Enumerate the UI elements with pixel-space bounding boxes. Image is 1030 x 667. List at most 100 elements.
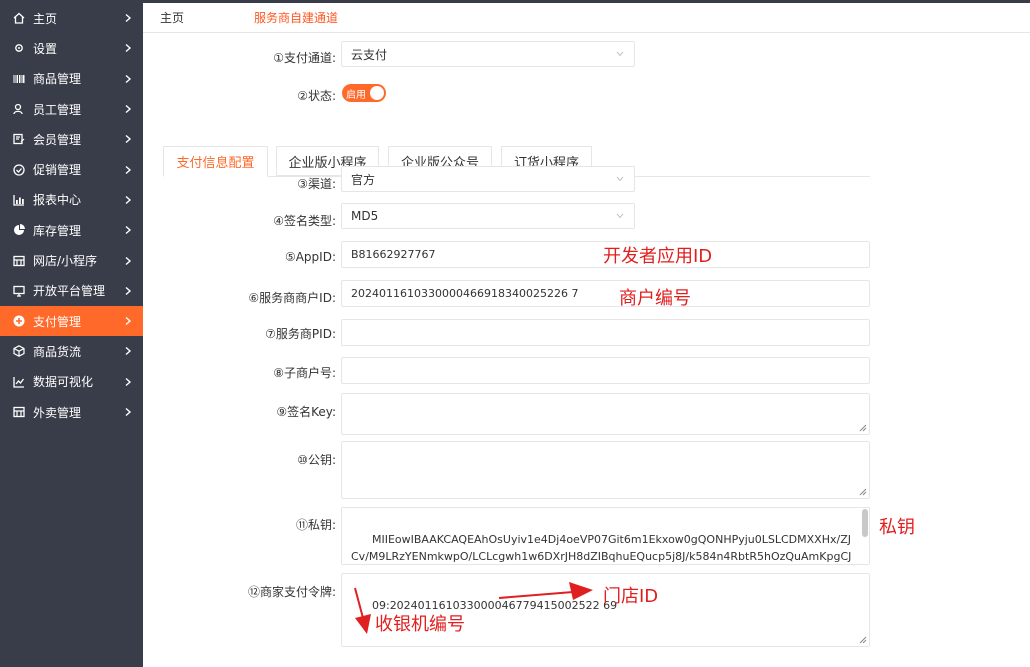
- sidebar-item-label: 外卖管理: [33, 405, 82, 420]
- sidebar-item-0[interactable]: 主页: [0, 3, 143, 33]
- chevron-right-icon: [125, 44, 132, 53]
- token-label: ⑫商家支付令牌:: [247, 585, 336, 599]
- chevron-right-icon: [125, 377, 132, 386]
- public-key-label: ⑩公钥:: [297, 453, 336, 467]
- sign-type-value: MD5: [351, 209, 379, 223]
- sidebar-item-2[interactable]: 商品管理: [0, 64, 143, 94]
- sidebar-item-label: 员工管理: [33, 102, 82, 117]
- cube-icon: [12, 344, 26, 358]
- breadcrumb: 主页 服务商自建通道: [143, 3, 1030, 33]
- sub-merchant-input[interactable]: [341, 357, 870, 384]
- pid-label: ⑦服务商PID:: [265, 327, 336, 341]
- resize-handle-icon[interactable]: [859, 424, 867, 432]
- public-key-textarea[interactable]: [341, 441, 870, 499]
- tab-payment-config[interactable]: 支付信息配置: [163, 146, 268, 177]
- sidebar-item-9[interactable]: 开放平台管理: [0, 276, 143, 306]
- breadcrumb-home[interactable]: 主页: [160, 9, 184, 26]
- sidebar-item-label: 库存管理: [33, 223, 82, 238]
- pid-input[interactable]: [341, 319, 870, 346]
- sidebar-item-label: 网店/小程序: [33, 254, 98, 269]
- store-icon: [12, 405, 26, 419]
- chevron-right-icon: [125, 135, 132, 144]
- member-card-icon: [12, 132, 26, 146]
- chevron-right-icon: [125, 165, 132, 174]
- chevron-down-icon: [616, 213, 624, 219]
- chevron-right-icon: [125, 407, 132, 417]
- chevron-right-icon: [125, 105, 132, 114]
- sidebar-item-11[interactable]: 商品货流: [0, 336, 143, 366]
- private-key-label: ⑪私钥:: [295, 518, 336, 532]
- sign-type-select[interactable]: MD5: [341, 203, 635, 229]
- sidebar-item-label: 商品管理: [33, 72, 82, 87]
- sidebar-item-7[interactable]: 库存管理: [0, 215, 143, 245]
- private-key-value: MIIEowIBAAKCAQEAhOsUyiv1e4Dj4oeVP07Git6m…: [351, 533, 852, 563]
- route-label: ③渠道:: [297, 177, 336, 191]
- gear-icon: [12, 41, 26, 55]
- sidebar-item-label: 支付管理: [33, 314, 82, 329]
- sidebar-item-label: 商品货流: [33, 344, 82, 359]
- resize-handle-icon[interactable]: [859, 636, 867, 644]
- chevron-right-icon: [125, 14, 132, 23]
- sidebar-item-1[interactable]: 设置: [0, 33, 143, 63]
- sidebar-item-label: 数据可视化: [33, 375, 94, 390]
- pie-chart-icon: [12, 223, 26, 237]
- chevron-down-icon: [616, 176, 624, 182]
- status-toggle[interactable]: 启用: [342, 84, 386, 102]
- annotation-private-key: 私钥: [879, 517, 915, 538]
- sub-merchant-label: ⑧子商户号:: [273, 366, 336, 380]
- sidebar-item-3[interactable]: 员工管理: [0, 94, 143, 124]
- textarea-scrollbar[interactable]: [862, 509, 868, 537]
- form-panel: ①支付通道: 云支付 ②状态: 启用 支付信息配置 企业版小程序 企业版公众号 …: [143, 33, 1030, 667]
- route-select[interactable]: 官方: [341, 166, 635, 192]
- chevron-right-icon: [125, 226, 132, 235]
- route-value: 官方: [351, 172, 376, 187]
- arrow-right-icon: [498, 582, 593, 600]
- sidebar-item-label: 会员管理: [33, 132, 82, 147]
- appid-label: ⑤AppID:: [284, 250, 336, 264]
- barcode-icon: [12, 72, 26, 86]
- sidebar-item-10[interactable]: 支付管理: [0, 305, 143, 337]
- sidebar-item-5[interactable]: 促销管理: [0, 154, 143, 184]
- status-toggle-text: 启用: [346, 89, 366, 101]
- sidebar-item-label: 促销管理: [33, 163, 82, 178]
- chevron-right-icon: [125, 195, 132, 204]
- annotation-arrows: [354, 582, 593, 634]
- plus-circle-icon: [12, 314, 26, 328]
- line-chart-icon: [12, 375, 26, 389]
- check-circle-icon: [12, 163, 26, 177]
- chevron-right-icon: [125, 317, 132, 326]
- sidebar-item-8[interactable]: 网店/小程序: [0, 245, 143, 275]
- sidebar-item-13[interactable]: 外卖管理: [0, 397, 143, 427]
- chevron-down-icon: [616, 51, 624, 57]
- chevron-right-icon: [125, 74, 132, 83]
- sign-type-label: ④签名类型:: [273, 214, 336, 228]
- channel-select[interactable]: 云支付: [341, 41, 635, 67]
- sidebar-item-6[interactable]: 报表中心: [0, 185, 143, 215]
- bar-chart-icon: [12, 193, 26, 207]
- arrow-down-icon: [354, 587, 371, 634]
- main-area: 主页 服务商自建通道 ①支付通道: 云支付 ②状态: 启用 支付信息配置 企业版…: [143, 3, 1030, 667]
- chevron-right-icon: [125, 286, 132, 295]
- sign-key-label: ⑨签名Key:: [276, 405, 336, 419]
- chevron-right-icon: [125, 256, 132, 265]
- channel-value: 云支付: [351, 47, 388, 62]
- private-key-textarea[interactable]: MIIEowIBAAKCAQEAhOsUyiv1e4Dj4oeVP07Git6m…: [341, 507, 870, 565]
- merchant-id-label: ⑥服务商商户ID:: [248, 291, 336, 305]
- sidebar-item-12[interactable]: 数据可视化: [0, 367, 143, 397]
- channel-label: ①支付通道:: [273, 51, 336, 65]
- store-icon: [12, 254, 26, 268]
- merchant-id-input[interactable]: 2024011610330000466918340025226 7: [341, 280, 870, 307]
- user-icon: [12, 102, 26, 116]
- breadcrumb-current[interactable]: 服务商自建通道: [254, 9, 338, 26]
- chevron-right-icon: [125, 347, 132, 356]
- sign-key-textarea[interactable]: [341, 393, 870, 435]
- sidebar-item-4[interactable]: 会员管理: [0, 124, 143, 154]
- sidebar-item-label: 开放平台管理: [33, 284, 106, 299]
- sidebar: 主页设置商品管理员工管理会员管理促销管理报表中心库存管理网店/小程序 开放平台管理…: [0, 3, 143, 667]
- sidebar-item-label: 主页: [33, 11, 58, 26]
- status-label: ②状态:: [297, 89, 336, 103]
- resize-handle-icon[interactable]: [859, 488, 867, 496]
- sidebar-item-label: 设置: [33, 41, 58, 56]
- annotation-merchant: 商户编号: [619, 288, 691, 309]
- monitor-icon: [12, 284, 26, 298]
